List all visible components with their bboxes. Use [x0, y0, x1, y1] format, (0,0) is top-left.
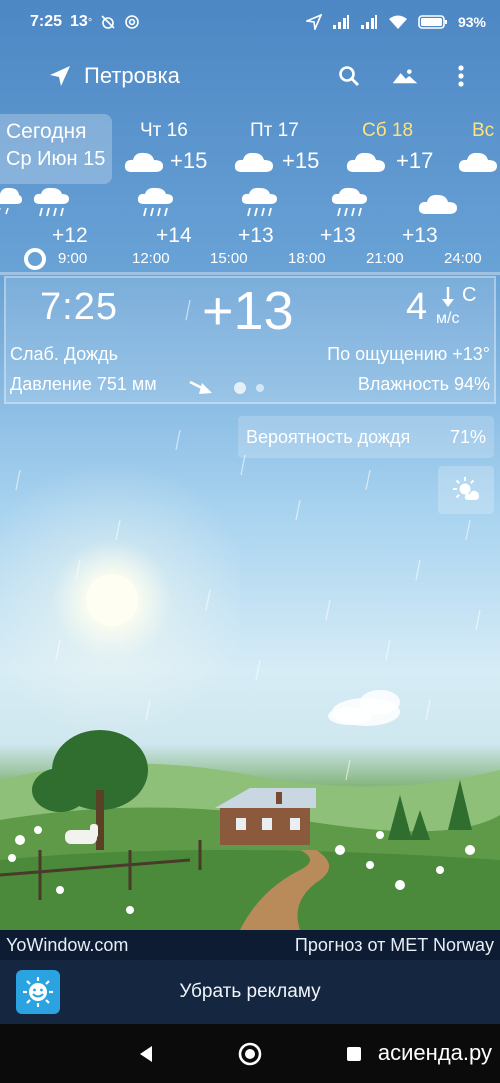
- cloud-icon: [124, 152, 163, 172]
- signal-icon: [360, 15, 377, 29]
- wind-direction: С: [462, 284, 477, 306]
- hour-item[interactable]: +13 15:00: [210, 186, 290, 270]
- day-temp: +17: [396, 148, 434, 173]
- hour-item[interactable]: 24:00: [444, 186, 500, 270]
- day-item[interactable]: Вс: [456, 114, 500, 184]
- daily-forecast[interactable]: Сегодня Ср Июн 15 Чт 16 +15 Пт 17 +15 Сб…: [0, 114, 500, 184]
- search-icon[interactable]: [336, 63, 362, 89]
- hour-item[interactable]: +13 21:00: [366, 186, 457, 270]
- location-arrow-icon: [305, 14, 322, 30]
- condition-text: Слаб. Дождь: [10, 344, 118, 364]
- day-name: Вс: [472, 120, 495, 141]
- hour-temp: +13: [238, 224, 274, 247]
- system-nav-bar: асиенда.ру: [0, 1024, 500, 1083]
- notification-temp: 13°: [70, 13, 93, 30]
- cloud-icon: [346, 152, 385, 172]
- today-date: Ср Июн 15: [6, 148, 106, 170]
- current-temp: +13: [202, 281, 294, 341]
- home-icon[interactable]: [236, 1040, 264, 1068]
- rain-probability[interactable]: Вероятность дождя 71%: [238, 416, 494, 458]
- hour-time: 18:00: [288, 250, 326, 267]
- hour-temp: +13: [320, 224, 356, 247]
- day-temp: +15: [282, 148, 320, 173]
- cloud-rain-icon: [137, 187, 173, 217]
- rain-probability-label: Вероятность дождя: [246, 426, 411, 447]
- recents-icon[interactable]: [340, 1040, 368, 1068]
- day-name: Сб 18: [362, 120, 414, 141]
- cloud-rain-icon: [241, 187, 277, 217]
- pressure: Давление 751 мм: [10, 374, 157, 394]
- weather-effects-button[interactable]: [438, 466, 494, 514]
- credits-bar: YoWindow.com Прогноз от MET Norway: [0, 930, 500, 960]
- status-bar: 7:25 13° 93%: [0, 0, 500, 44]
- humidity: Влажность 94%: [357, 374, 490, 394]
- wind-direction-arrow-icon: [442, 287, 454, 307]
- back-icon[interactable]: [132, 1040, 160, 1068]
- yowindow-link[interactable]: YoWindow.com: [6, 935, 128, 956]
- cloud-icon: [458, 152, 497, 172]
- hour-time: 12:00: [132, 250, 170, 267]
- more-vert-icon[interactable]: [448, 63, 474, 89]
- signal-icon: [332, 15, 349, 29]
- hour-time: 21:00: [366, 250, 404, 267]
- battery-percent: 93%: [457, 14, 486, 30]
- at-sign-icon: [125, 15, 140, 29]
- wind-unit: м/с: [436, 310, 460, 327]
- wifi-icon: [388, 15, 407, 29]
- rain-probability-value: 71%: [449, 426, 486, 447]
- day-today[interactable]: Сегодня Ср Июн 15: [0, 114, 112, 184]
- hour-temp: +12: [52, 224, 88, 247]
- day-item[interactable]: Чт 16 +15: [122, 114, 232, 184]
- hour-temp: +13: [402, 224, 438, 247]
- day-name: Чт 16: [140, 120, 188, 141]
- battery-icon: [418, 15, 447, 29]
- sun-cloud-icon: [453, 477, 479, 500]
- day-name: Пт 17: [250, 120, 299, 141]
- day-temp: +15: [170, 148, 208, 173]
- watermark: асиенда.ру: [377, 1040, 492, 1065]
- landscape-illustration: [0, 730, 500, 930]
- day-item[interactable]: Сб 18 +17: [344, 114, 454, 184]
- feels-like: По ощущению +13°: [327, 344, 490, 364]
- location-arrow-icon[interactable]: [46, 62, 74, 90]
- location-title[interactable]: Петровка: [84, 63, 180, 89]
- page-indicator: [234, 382, 264, 394]
- page-dot: [256, 384, 264, 392]
- status-time: 7:25: [30, 13, 63, 30]
- hour-temp: +14: [156, 224, 192, 247]
- hour-time: 9:00: [58, 250, 88, 267]
- app-bar: Петровка: [0, 52, 500, 100]
- today-label: Сегодня: [6, 120, 87, 143]
- wind-speed: 4: [406, 286, 428, 328]
- pressure-trend-arrow-icon: [189, 380, 212, 394]
- cloud-icon: [234, 152, 273, 172]
- hour-item[interactable]: +14 12:00: [132, 186, 212, 270]
- hour-item[interactable]: +13 18:00: [288, 186, 368, 270]
- current-conditions-panel[interactable]: 7:25 +13 4 С м/с Слаб. Дождь По ощущению…: [4, 276, 496, 404]
- hourly-forecast[interactable]: +12 9:00 +14 12:00 +13 15:00 +13 18:00 +…: [0, 186, 500, 270]
- page-dot-active: [234, 382, 246, 394]
- current-time-marker: [24, 248, 46, 270]
- forecast-provider[interactable]: Прогноз от MET Norway: [295, 935, 494, 956]
- hour-time: 24:00: [444, 250, 482, 267]
- alarm-off-icon: [101, 15, 115, 29]
- day-item[interactable]: Пт 17 +15: [232, 114, 342, 184]
- remove-ads-button[interactable]: Убрать рекламу: [0, 981, 500, 1003]
- cloud-rain-icon: [0, 187, 22, 215]
- landscape-icon[interactable]: [392, 63, 418, 89]
- hourly-divider: [0, 272, 500, 275]
- cloud-rain-icon: [33, 187, 69, 217]
- hour-time: 15:00: [210, 250, 248, 267]
- remove-ads-bar[interactable]: Убрать рекламу: [0, 960, 500, 1024]
- current-time: 7:25: [40, 286, 118, 328]
